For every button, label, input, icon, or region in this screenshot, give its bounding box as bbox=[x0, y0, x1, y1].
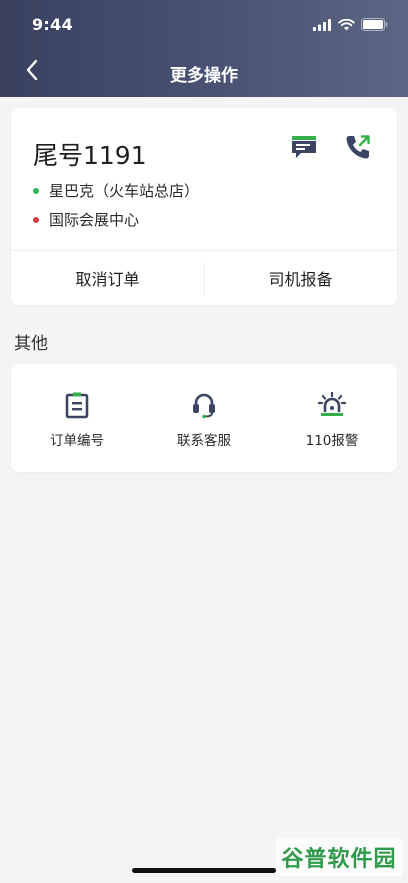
section-title-others: 其他 bbox=[14, 334, 48, 354]
order-card: 尾号1191 星巴克（火车站总店） 国际会展中心 取消订单 司机报备 bbox=[11, 108, 397, 305]
call-button[interactable] bbox=[341, 132, 375, 166]
clipboard-icon bbox=[62, 390, 92, 420]
destination-label: 国际会展中心 bbox=[49, 211, 140, 229]
home-indicator bbox=[132, 868, 276, 873]
police-alarm-label: 110报警 bbox=[305, 433, 359, 449]
status-icons bbox=[313, 16, 388, 35]
contact-support-label: 联系客服 bbox=[177, 433, 231, 449]
app-header: 9:44 更多操作 bbox=[0, 0, 408, 97]
origin-dot bbox=[33, 187, 39, 194]
headset-icon bbox=[189, 390, 219, 420]
cancel-order-button[interactable]: 取消订单 bbox=[11, 251, 204, 305]
order-number-button[interactable]: 订单编号 bbox=[13, 364, 141, 472]
police-alarm-button[interactable]: 110报警 bbox=[268, 364, 396, 472]
alarm-light-icon bbox=[317, 390, 347, 420]
cellular-signal-icon bbox=[313, 16, 332, 35]
page-title: 更多操作 bbox=[170, 66, 238, 86]
phone-call-icon bbox=[344, 133, 372, 165]
others-card: 订单编号 联系客服 110报警 bbox=[11, 364, 397, 472]
origin-row: 星巴克（火车站总店） bbox=[33, 180, 199, 201]
origin-label: 星巴克（火车站总店） bbox=[49, 182, 200, 200]
battery-icon bbox=[361, 16, 388, 35]
tail-number: 尾号1191 bbox=[33, 141, 147, 170]
contact-support-button[interactable]: 联系客服 bbox=[140, 364, 268, 472]
message-icon bbox=[290, 133, 318, 165]
nav-bar: 更多操作 bbox=[0, 48, 408, 97]
wifi-icon bbox=[338, 16, 355, 35]
destination-row: 国际会展中心 bbox=[33, 209, 139, 230]
message-button[interactable] bbox=[287, 132, 321, 166]
destination-dot bbox=[33, 216, 39, 223]
driver-report-button[interactable]: 司机报备 bbox=[204, 251, 397, 305]
status-bar: 9:44 bbox=[0, 0, 408, 48]
status-time: 9:44 bbox=[32, 15, 73, 34]
order-number-label: 订单编号 bbox=[50, 433, 104, 449]
watermark-logo: 谷普软件园 bbox=[276, 838, 402, 876]
